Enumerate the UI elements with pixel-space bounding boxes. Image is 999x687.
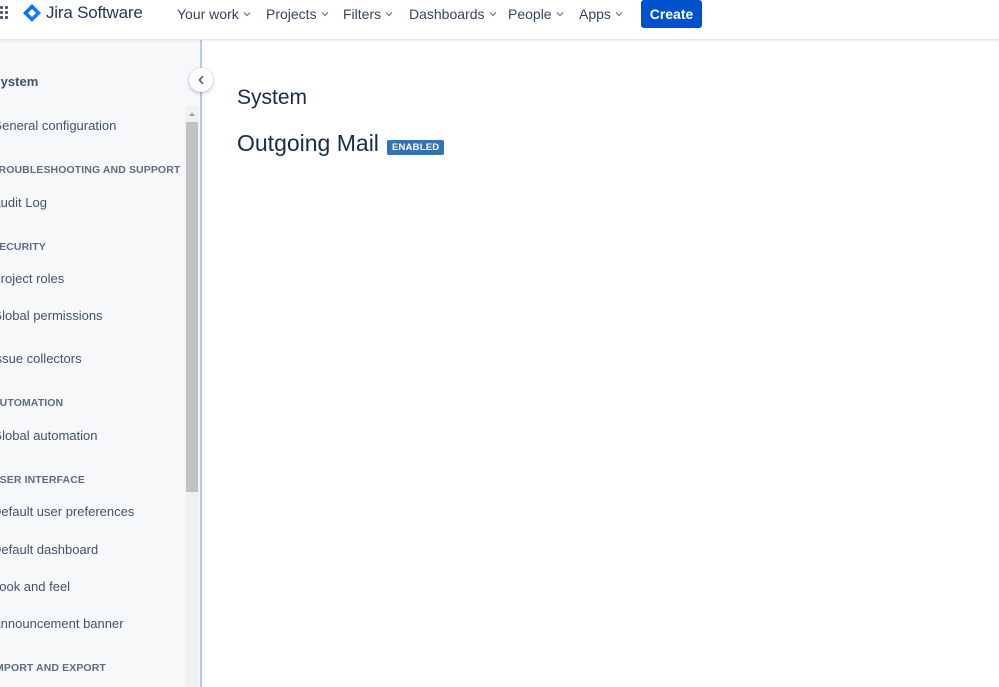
sidebar-section-troubleshooting: TROUBLESHOOTING AND SUPPORT: [0, 164, 181, 176]
nav-your-work-label: Your work: [177, 6, 239, 22]
chevron-down-icon: [385, 12, 393, 17]
section-title: Outgoing Mail: [237, 130, 379, 156]
chevron-left-icon: [198, 75, 204, 85]
top-navigation: Jira Software Your work Projects Filters…: [0, 0, 999, 40]
sidebar-section-automation: AUTOMATION: [0, 397, 64, 409]
nav-apps[interactable]: Apps: [579, 5, 623, 23]
sidebar-section-user-interface: USER INTERFACE: [0, 474, 85, 486]
nav-people[interactable]: People: [508, 5, 564, 23]
sidebar-item-general-configuration[interactable]: General configuration: [0, 118, 116, 133]
sidebar-scrollbar-thumb[interactable]: [186, 122, 198, 492]
sidebar-item-issue-collectors[interactable]: Issue collectors: [0, 351, 82, 366]
nav-filters[interactable]: Filters: [343, 5, 393, 23]
nav-dashboards[interactable]: Dashboards: [409, 5, 497, 23]
create-button[interactable]: Create: [641, 0, 702, 28]
nav-projects[interactable]: Projects: [266, 5, 329, 23]
chevron-down-icon: [489, 12, 496, 17]
sidebar-divider: [200, 40, 202, 687]
sidebar-item-look-and-feel[interactable]: Look and feel: [0, 579, 70, 594]
logo-text: Jira Software: [46, 3, 143, 22]
chevron-down-icon: [321, 12, 329, 17]
nav-people-label: People: [508, 6, 552, 22]
nav-projects-label: Projects: [266, 6, 317, 22]
status-badge: ENABLED: [387, 140, 445, 155]
sidebar-item-default-dashboard[interactable]: Default dashboard: [0, 542, 98, 557]
sidebar-item-announcement-banner[interactable]: Announcement banner: [0, 616, 124, 631]
sidebar-section-import-export: IMPORT AND EXPORT: [0, 662, 106, 674]
sidebar-item-audit-log[interactable]: Audit Log: [0, 195, 47, 210]
app-switcher-icon[interactable]: [0, 6, 14, 22]
chevron-down-icon: [615, 12, 623, 17]
sidebar-item-default-user-preferences[interactable]: Default user preferences: [0, 504, 134, 519]
jira-logo[interactable]: Jira Software: [23, 3, 143, 23]
nav-dashboards-label: Dashboards: [409, 6, 485, 22]
chevron-down-icon: [243, 12, 251, 17]
scroll-up-arrow-icon[interactable]: [185, 108, 199, 120]
sidebar-item-project-roles[interactable]: Project roles: [0, 271, 64, 286]
sidebar-title: System: [0, 74, 39, 89]
sidebar-item-global-automation[interactable]: Global automation: [0, 428, 98, 443]
page-title: System: [237, 86, 308, 109]
nav-apps-label: Apps: [579, 6, 611, 22]
jira-diamond-icon: [23, 4, 41, 22]
chevron-down-icon: [556, 12, 564, 17]
sidebar-item-global-permissions[interactable]: Global permissions: [0, 308, 103, 323]
nav-your-work[interactable]: Your work: [177, 5, 251, 23]
sidebar-section-security: SECURITY: [0, 241, 46, 253]
collapse-sidebar-button[interactable]: [189, 68, 213, 92]
admin-sidebar: System General configuration TROUBLESHOO…: [0, 40, 200, 687]
nav-filters-label: Filters: [343, 6, 382, 22]
